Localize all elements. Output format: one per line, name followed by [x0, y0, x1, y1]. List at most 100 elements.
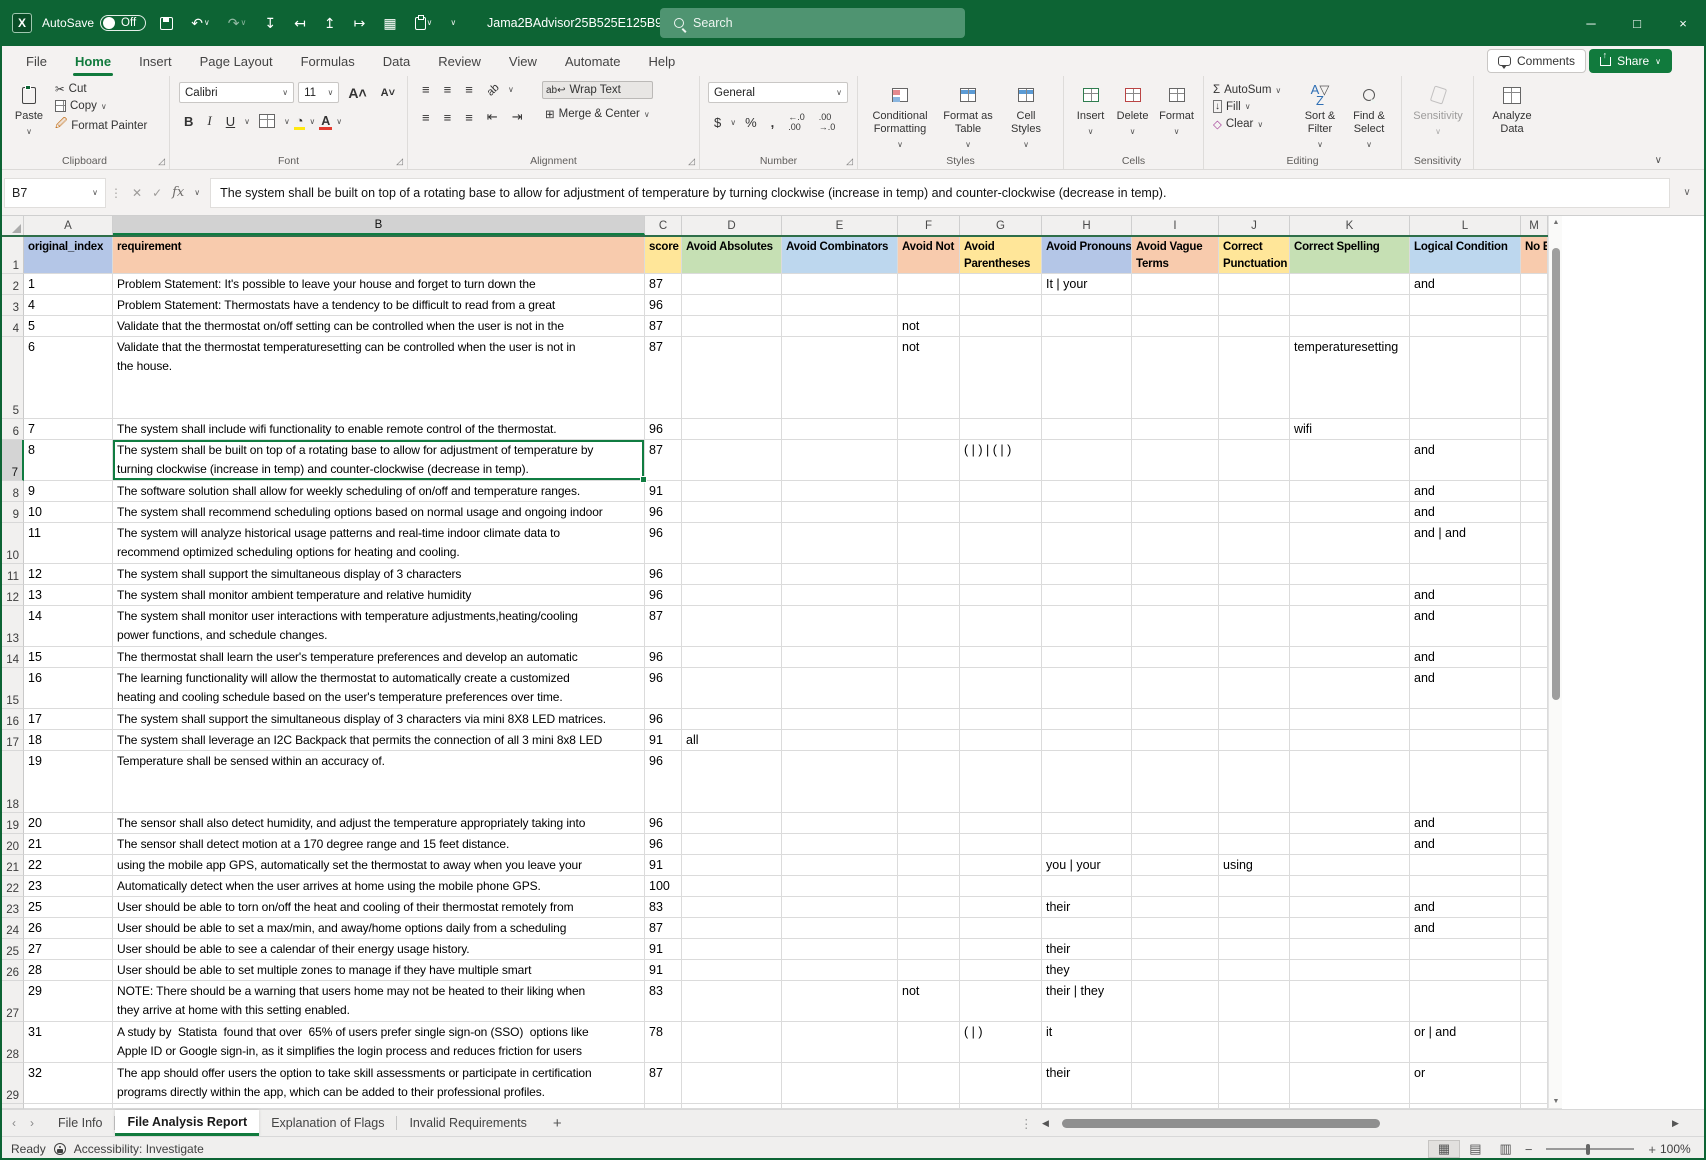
cell-B13[interactable]: The system shall monitor user interactio…: [113, 606, 645, 647]
cell-D10[interactable]: [682, 523, 782, 564]
column-letter-D[interactable]: D: [682, 216, 782, 235]
row-number-8[interactable]: 8: [0, 481, 24, 502]
cell-H7[interactable]: [1042, 440, 1132, 481]
cell-M19[interactable]: [1521, 813, 1548, 834]
row-number-14[interactable]: 14: [0, 647, 24, 668]
cell-E6[interactable]: [782, 419, 898, 440]
cell-C18[interactable]: 96: [645, 751, 682, 813]
cell-F2[interactable]: [898, 274, 960, 295]
cell-K29[interactable]: [1290, 1063, 1410, 1104]
header-C[interactable]: score: [645, 237, 682, 274]
cell-E22[interactable]: [782, 876, 898, 897]
tab-options-icon[interactable]: ⋮: [1020, 1110, 1033, 1137]
add-sheet-button[interactable]: +: [539, 1110, 576, 1136]
cell-L24[interactable]: and: [1410, 918, 1521, 939]
cell-A12[interactable]: 13: [24, 585, 113, 606]
cell-I17[interactable]: [1132, 730, 1219, 751]
cell-M17[interactable]: [1521, 730, 1548, 751]
cell-D14[interactable]: [682, 647, 782, 668]
cell-C10[interactable]: 96: [645, 523, 682, 564]
cell-M2[interactable]: [1521, 274, 1548, 295]
cell-L25[interactable]: [1410, 939, 1521, 960]
cell-K9[interactable]: [1290, 502, 1410, 523]
cell-B24[interactable]: User should be able to set a max/min, an…: [113, 918, 645, 939]
bold-button[interactable]: B: [179, 114, 198, 129]
cell-H25[interactable]: their: [1042, 939, 1132, 960]
alignment-dialog-launcher[interactable]: ◿: [688, 156, 695, 167]
format-painter-button[interactable]: 🖉Format Painter: [52, 114, 150, 137]
italic-button[interactable]: I: [202, 113, 216, 129]
decrease-font-icon[interactable]: A˅: [376, 87, 400, 99]
cell-L20[interactable]: and: [1410, 834, 1521, 855]
cell-I4[interactable]: [1132, 316, 1219, 337]
cell-H16[interactable]: [1042, 709, 1132, 730]
cell-I13[interactable]: [1132, 606, 1219, 647]
cell-B23[interactable]: User should be able to torn on/off the h…: [113, 897, 645, 918]
cell-J13[interactable]: [1219, 606, 1290, 647]
cell-D28[interactable]: [682, 1022, 782, 1063]
cell-D12[interactable]: [682, 585, 782, 606]
increase-decimal-icon[interactable]: ←.0.00: [783, 112, 810, 132]
cell-G27[interactable]: [960, 981, 1042, 1022]
cell-J21[interactable]: using: [1219, 855, 1290, 876]
cell-M29[interactable]: [1521, 1063, 1548, 1104]
cell-I24[interactable]: [1132, 918, 1219, 939]
cell-D26[interactable]: [682, 960, 782, 981]
cell-B26[interactable]: User should be able to set multiple zone…: [113, 960, 645, 981]
cell-J24[interactable]: [1219, 918, 1290, 939]
cell-M11[interactable]: [1521, 564, 1548, 585]
cell-G9[interactable]: [960, 502, 1042, 523]
cell-A22[interactable]: 23: [24, 876, 113, 897]
tab-help[interactable]: Help: [635, 49, 690, 76]
cell-M27[interactable]: [1521, 981, 1548, 1022]
cell-C6[interactable]: 96: [645, 419, 682, 440]
cell-G13[interactable]: [960, 606, 1042, 647]
cell-J27[interactable]: [1219, 981, 1290, 1022]
cell-B17[interactable]: The system shall leverage an I2C Backpac…: [113, 730, 645, 751]
format-cells-button[interactable]: Format∨: [1154, 80, 1199, 153]
row-number-6[interactable]: 6: [0, 419, 24, 440]
cell-E4[interactable]: [782, 316, 898, 337]
cell-J26[interactable]: [1219, 960, 1290, 981]
cell-L29[interactable]: or: [1410, 1063, 1521, 1104]
row-number-13[interactable]: 13: [0, 606, 24, 647]
cell-H21[interactable]: you | your: [1042, 855, 1132, 876]
cell-A4[interactable]: 5: [24, 316, 113, 337]
insert-cells-button[interactable]: Insert∨: [1070, 80, 1111, 153]
cell-D20[interactable]: [682, 834, 782, 855]
qat-button-1[interactable]: ↧: [260, 16, 280, 30]
cell-L4[interactable]: [1410, 316, 1521, 337]
cell-B9[interactable]: The system shall recommend scheduling op…: [113, 502, 645, 523]
cell-C26[interactable]: 91: [645, 960, 682, 981]
font-name-select[interactable]: Calibri∨: [179, 82, 294, 103]
cell-D19[interactable]: [682, 813, 782, 834]
cell-E14[interactable]: [782, 647, 898, 668]
cell-I12[interactable]: [1132, 585, 1219, 606]
cell-M21[interactable]: [1521, 855, 1548, 876]
cell-F28[interactable]: [898, 1022, 960, 1063]
cell-D13[interactable]: [682, 606, 782, 647]
share-button[interactable]: Share∨: [1589, 49, 1672, 73]
cell-styles-button[interactable]: Cell Styles∨: [1000, 80, 1052, 153]
cell-A10[interactable]: 11: [24, 523, 113, 564]
cell-J9[interactable]: [1219, 502, 1290, 523]
tab-automate[interactable]: Automate: [551, 49, 635, 76]
cell-H14[interactable]: [1042, 647, 1132, 668]
cell-L18[interactable]: [1410, 751, 1521, 813]
cell-K8[interactable]: [1290, 481, 1410, 502]
cell-K24[interactable]: [1290, 918, 1410, 939]
cell-E12[interactable]: [782, 585, 898, 606]
cell-G14[interactable]: [960, 647, 1042, 668]
cell-G3[interactable]: [960, 295, 1042, 316]
align-left-icon[interactable]: ≡: [417, 110, 435, 125]
cell-G6[interactable]: [960, 419, 1042, 440]
cell-F26[interactable]: [898, 960, 960, 981]
cell-F15[interactable]: [898, 668, 960, 709]
autosum-button[interactable]: ΣAutoSum∨: [1210, 82, 1296, 98]
cell-F19[interactable]: [898, 813, 960, 834]
autosave-toggle[interactable]: AutoSave Off: [42, 15, 146, 31]
cell-F20[interactable]: [898, 834, 960, 855]
cell-M12[interactable]: [1521, 585, 1548, 606]
cell-L8[interactable]: and: [1410, 481, 1521, 502]
cell-B15[interactable]: The learning functionality will allow th…: [113, 668, 645, 709]
